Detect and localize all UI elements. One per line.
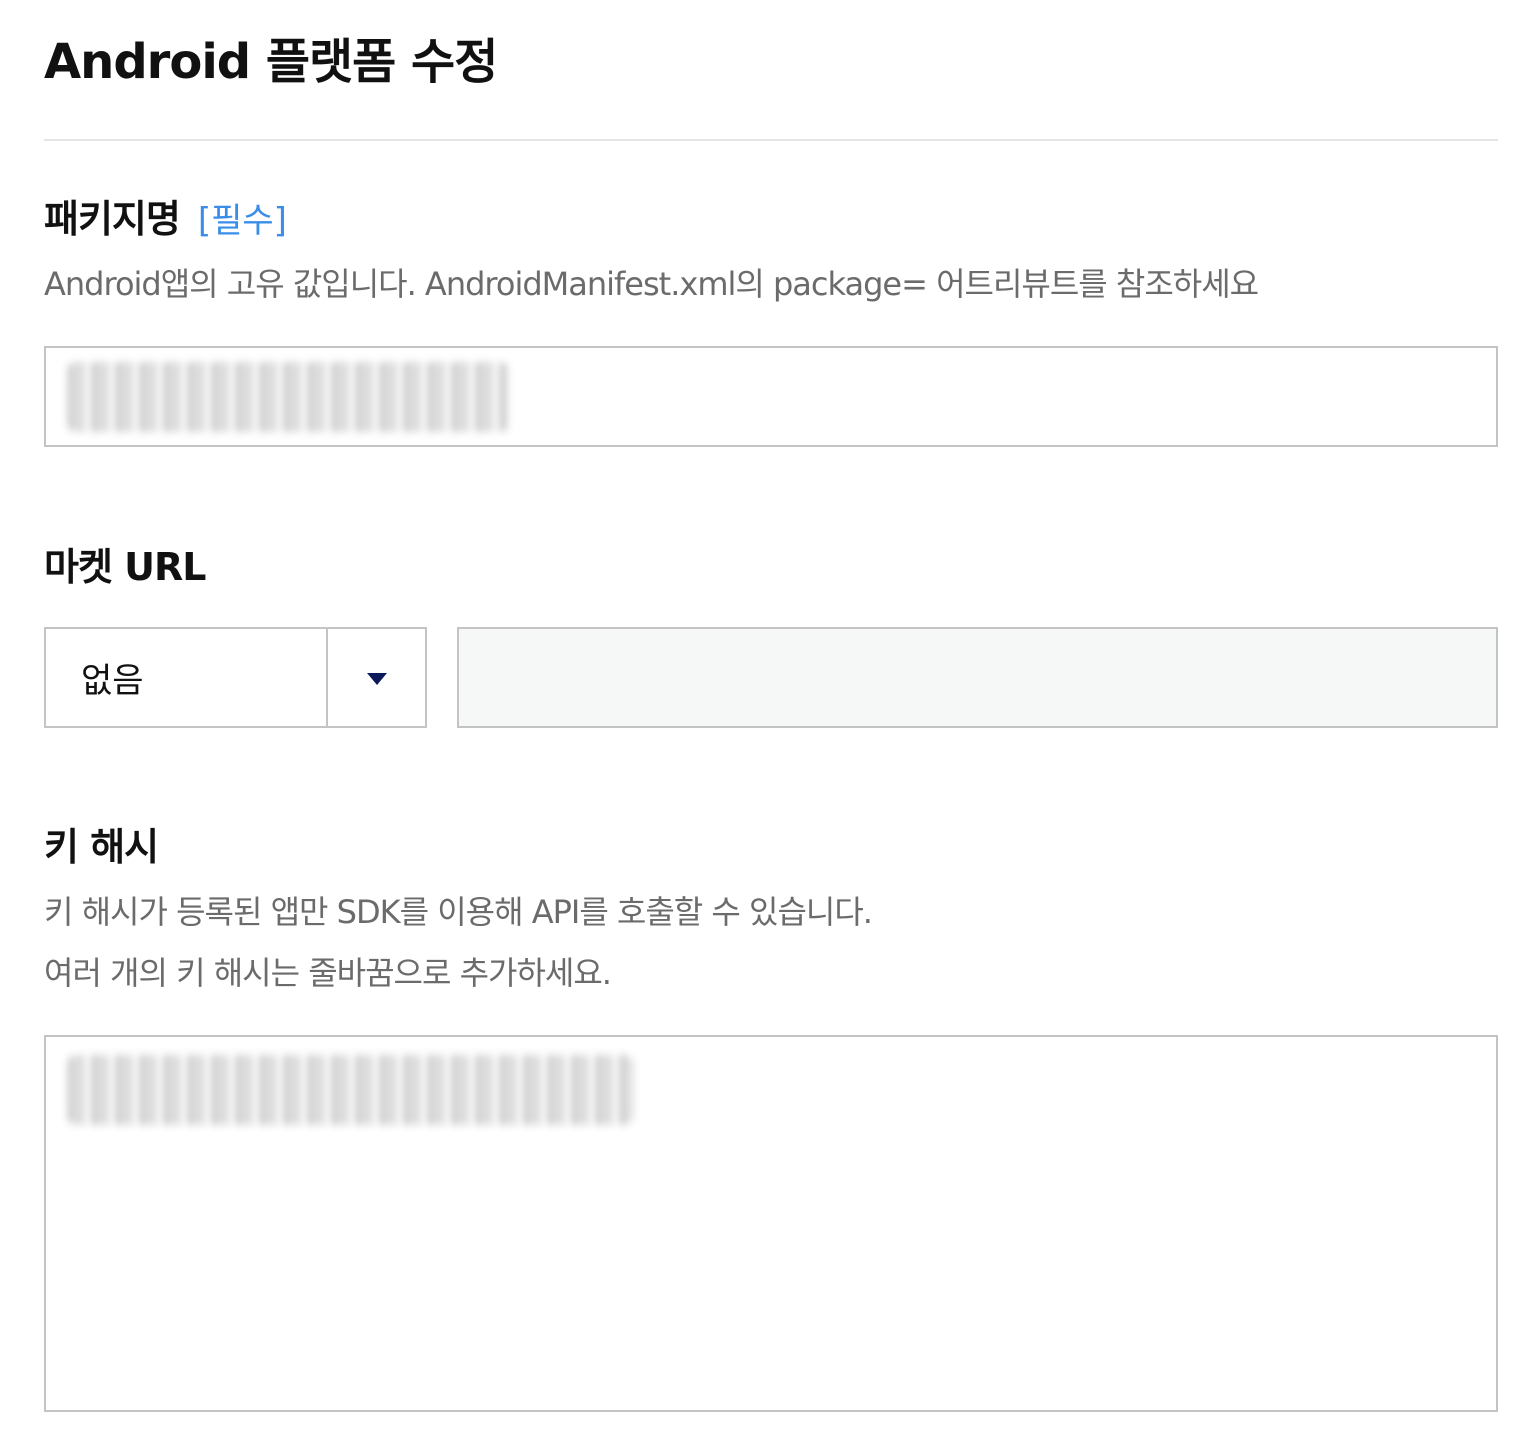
- title-divider: [44, 139, 1498, 141]
- key-hash-description-line1: 키 해시가 등록된 앱만 SDK를 이용해 API를 호출할 수 있습니다.: [44, 893, 873, 931]
- key-hash-label: 키 해시: [44, 825, 159, 869]
- package-name-label-text: 패키지명: [44, 197, 181, 241]
- key-hash-textarea[interactable]: [44, 1035, 1498, 1412]
- package-name-description: Android앱의 고유 값입니다. AndroidManifest.xml의 …: [44, 265, 1259, 303]
- package-name-label: 패키지명 [필수]: [44, 188, 287, 243]
- page-title: Android 플랫폼 수정: [44, 34, 498, 90]
- market-url-input[interactable]: [457, 627, 1498, 728]
- market-url-label: 마켓 URL: [44, 545, 206, 589]
- market-select[interactable]: 없음: [44, 627, 427, 728]
- market-select-value: 없음: [81, 661, 144, 701]
- caret-down-icon[interactable]: [367, 673, 387, 685]
- required-tag: [필수]: [197, 201, 287, 241]
- redacted-package-value: [68, 362, 508, 432]
- redacted-key-hash-value: [68, 1055, 633, 1125]
- key-hash-description-line2: 여러 개의 키 해시는 줄바꿈으로 추가하세요.: [44, 954, 612, 992]
- select-separator: [326, 629, 328, 726]
- package-name-input[interactable]: [44, 346, 1498, 447]
